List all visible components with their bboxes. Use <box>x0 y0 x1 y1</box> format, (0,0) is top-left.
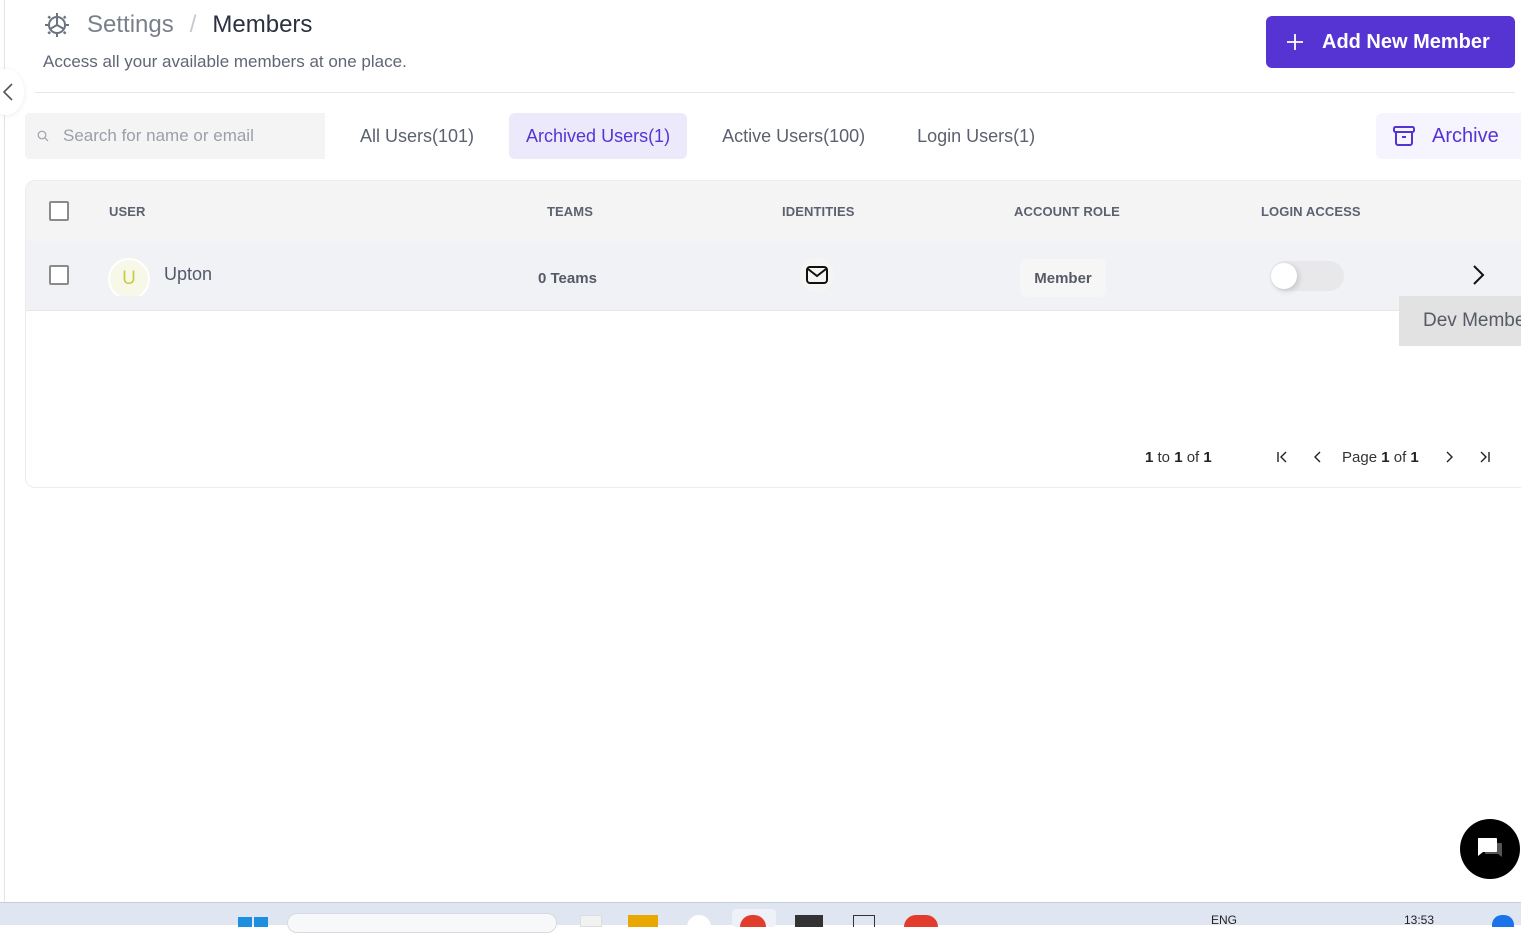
gear-icon <box>43 11 71 39</box>
dev-members-back-link[interactable]: Dev Members <box>1399 296 1521 346</box>
user-filter-tabs: All Users(101) Archived Users(1) Active … <box>343 113 1070 159</box>
column-header-teams[interactable]: TEAMS <box>547 204 593 219</box>
account-role-badge: Member <box>1020 259 1106 297</box>
identity-email-badge <box>800 258 834 292</box>
tab-all-users[interactable]: All Users(101) <box>343 113 491 159</box>
tab-login-users[interactable]: Login Users(1) <box>900 113 1052 159</box>
chevron-right-icon[interactable] <box>1466 263 1490 287</box>
left-rail <box>0 0 5 902</box>
range-of-label: of <box>1186 449 1200 466</box>
tab-archived-users[interactable]: Archived Users(1) <box>509 113 688 159</box>
terminal-icon[interactable] <box>795 915 823 927</box>
taskbar-app-icon[interactable] <box>687 915 711 927</box>
search-box[interactable] <box>25 113 325 159</box>
chat-bubble-icon <box>1478 838 1502 857</box>
next-page-button[interactable] <box>1439 447 1459 467</box>
add-new-member-button[interactable]: Add New Member <box>1266 16 1515 68</box>
file-explorer-icon[interactable] <box>628 915 658 927</box>
header-divider <box>35 92 1515 93</box>
first-page-icon <box>1277 451 1287 463</box>
column-header-identities[interactable]: IDENTITIES <box>782 204 855 219</box>
chevron-left-icon <box>2 83 13 101</box>
page-of-label: of <box>1393 449 1407 466</box>
table-header: USER TEAMS IDENTITIES ACCOUNT ROLE LOGIN… <box>26 181 1521 241</box>
page-indicator: Page 1 of 1 <box>1342 449 1419 466</box>
user-name[interactable]: Upton <box>164 264 212 285</box>
last-page-button[interactable] <box>1475 447 1495 467</box>
breadcrumb-settings-link[interactable]: Settings <box>87 11 174 39</box>
first-page-button[interactable] <box>1272 447 1292 467</box>
archive-button[interactable]: Archive <box>1376 113 1521 159</box>
user-teams: 0 Teams <box>538 270 597 287</box>
column-header-user[interactable]: USER <box>109 204 146 219</box>
range-end: 1 <box>1174 449 1183 466</box>
toggle-knob <box>1271 263 1297 289</box>
page-total: 1 <box>1410 449 1419 466</box>
add-new-member-label: Add New Member <box>1322 30 1490 53</box>
os-taskbar: ENG 13:53 <box>0 902 1521 933</box>
mail-icon <box>806 266 828 284</box>
login-access-toggle[interactable] <box>1270 261 1344 291</box>
taskbar-app-icon[interactable] <box>580 915 602 927</box>
chat-button[interactable] <box>1460 819 1520 879</box>
column-header-account-role[interactable]: ACCOUNT ROLE <box>1014 204 1120 219</box>
page-header: Settings / Members Access all your avail… <box>43 10 407 72</box>
taskbar-app-icon[interactable] <box>853 915 875 927</box>
members-table: USER TEAMS IDENTITIES ACCOUNT ROLE LOGIN… <box>25 180 1521 488</box>
taskbar-search[interactable] <box>287 913 557 933</box>
pagination-summary: 1 to 1 of 1 <box>1145 449 1212 466</box>
breadcrumb: Settings / Members <box>43 10 407 40</box>
select-all-checkbox[interactable] <box>49 201 69 221</box>
dev-members-label: Dev Members <box>1423 310 1521 331</box>
sidebar-collapse-button[interactable] <box>0 69 24 115</box>
tab-active-users[interactable]: Active Users(100) <box>705 113 882 159</box>
range-to-label: to <box>1157 449 1171 466</box>
range-total: 1 <box>1203 449 1212 466</box>
chevron-left-icon <box>1314 451 1321 463</box>
search-input[interactable] <box>63 126 303 146</box>
range-start: 1 <box>1145 449 1154 466</box>
windows-start-icon[interactable] <box>238 915 268 927</box>
chevron-right-icon <box>1446 451 1453 463</box>
avatar: U <box>108 258 150 296</box>
notification-icon[interactable] <box>1492 915 1514 927</box>
page-subtitle: Access all your available members at one… <box>43 52 407 71</box>
page-title: Members <box>212 11 313 38</box>
previous-page-button[interactable] <box>1308 447 1328 467</box>
archive-label: Archive <box>1432 124 1499 147</box>
table-footer <box>27 312 1521 425</box>
archive-box-icon <box>1393 126 1415 146</box>
row-checkbox[interactable] <box>49 265 69 285</box>
page-label: Page <box>1342 449 1378 466</box>
breadcrumb-separator: / <box>189 11 197 38</box>
chrome-profile-icon[interactable] <box>904 915 938 927</box>
page-current: 1 <box>1381 449 1390 466</box>
last-page-icon <box>1480 451 1490 463</box>
table-row[interactable]: U Upton 0 Teams Member <box>26 241 1521 311</box>
column-header-login-access[interactable]: LOGIN ACCESS <box>1261 204 1361 219</box>
plus-icon <box>1287 34 1303 50</box>
search-icon <box>37 130 49 142</box>
